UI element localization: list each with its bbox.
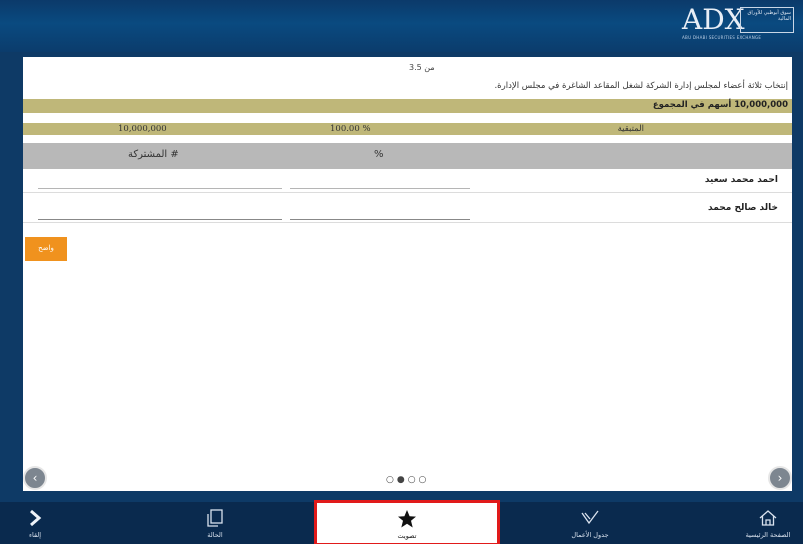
star-icon [398, 510, 416, 528]
shares-total-bar: 10,000,000 أسهم في المجموع [23, 99, 792, 113]
question-text: إنتخاب ثلاثة أعضاء لمجلس إدارة الشركة لش… [494, 81, 788, 91]
page-dots: ○●○○ [386, 475, 430, 485]
candidate-name: خالد صالح محمد [708, 203, 778, 213]
table-header: # المشتركة % [23, 143, 792, 169]
tab-status[interactable]: الحالة [180, 502, 250, 544]
tab-home[interactable]: الصفحة الرئيسية [733, 502, 803, 544]
next-page-button[interactable]: › [768, 466, 792, 490]
percent-input[interactable] [290, 175, 470, 189]
shares-input[interactable] [38, 175, 282, 189]
checkmark-icon [581, 510, 599, 525]
percent-input[interactable] [290, 206, 470, 220]
logo-box: سوق أبوظبي للأوراق المالية [740, 7, 794, 33]
submit-button[interactable]: واضح [25, 237, 67, 261]
windows-icon [207, 509, 223, 527]
page-indicator: 3.5 من [409, 63, 435, 72]
prev-page-button[interactable]: ‹ [23, 466, 47, 490]
logo-text: ADX [682, 3, 745, 36]
tab-agenda[interactable]: جدول الأعمال [555, 502, 625, 544]
logo-subtitle: ABU DHABI SECURITIES EXCHANGE [682, 35, 762, 40]
tab-vote[interactable]: تصويت [314, 500, 500, 544]
tab-exit-label: إلقاء [28, 531, 42, 539]
chevron-right-icon [30, 509, 42, 527]
tab-vote-label: تصويت [397, 532, 417, 540]
voting-panel: 3.5 من إنتخاب ثلاثة أعضاء لمجلس إدارة ال… [23, 57, 792, 491]
candidate-row: خالد صالح محمد [23, 197, 792, 223]
shares-input[interactable] [38, 206, 282, 220]
column-percent: % [374, 149, 384, 160]
tab-exit[interactable]: إلقاء [0, 502, 70, 544]
adx-logo: ADX سوق أبوظبي للأوراق المالية ABU DHABI… [682, 4, 795, 44]
remaining-bar: المتبقية 100.00 % 10,000,000 [23, 123, 792, 135]
tab-status-label: الحالة [207, 531, 223, 539]
remaining-label: المتبقية [617, 124, 644, 134]
tab-agenda-label: جدول الأعمال [571, 531, 609, 539]
column-participation: # المشتركة [128, 149, 179, 160]
tab-home-label: الصفحة الرئيسية [745, 531, 791, 539]
bottom-tab-bar: إلقاء الحالة تصويت جدول الأعمال الصفحة ا… [0, 500, 803, 544]
candidate-name: احمد محمد سعيد [704, 175, 778, 185]
candidate-row: احمد محمد سعيد [23, 169, 792, 193]
remaining-percent: 100.00 % [330, 124, 371, 134]
app-header: ADX سوق أبوظبي للأوراق المالية ABU DHABI… [0, 0, 803, 52]
home-icon [759, 510, 777, 526]
remaining-shares: 10,000,000 [118, 124, 167, 134]
shares-total: 10,000,000 أسهم في المجموع [652, 100, 788, 110]
